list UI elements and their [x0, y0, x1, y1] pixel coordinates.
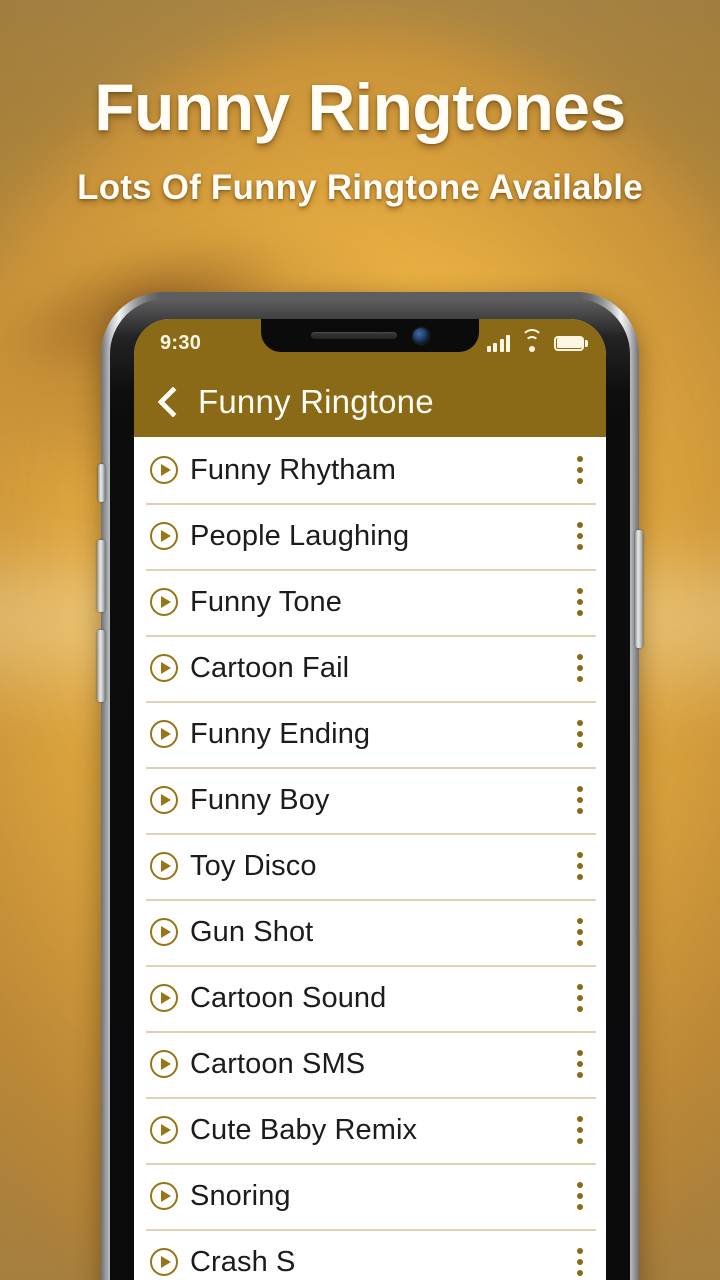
- status-bar: 9:30: [134, 319, 606, 367]
- front-camera-icon: [413, 327, 429, 344]
- kebab-menu-icon[interactable]: [576, 588, 584, 616]
- phone-screen: 9:30 Funny Ringtone Funny Rhytham People…: [134, 319, 606, 1280]
- wifi-icon: [521, 328, 543, 352]
- kebab-menu-icon[interactable]: [576, 522, 584, 550]
- play-circle-icon[interactable]: [150, 588, 178, 616]
- ringtone-row[interactable]: Snoring: [134, 1163, 606, 1229]
- kebab-menu-icon[interactable]: [576, 1248, 584, 1276]
- kebab-menu-icon[interactable]: [576, 984, 584, 1012]
- kebab-menu-icon[interactable]: [576, 654, 584, 682]
- ringtone-name: Funny Rhytham: [190, 453, 396, 486]
- ringtone-name: Cartoon Sound: [190, 981, 387, 1014]
- kebab-menu-icon[interactable]: [576, 852, 584, 880]
- promo-title: Funny Ringtones: [94, 70, 626, 144]
- back-chevron-icon[interactable]: [150, 385, 184, 419]
- play-circle-icon[interactable]: [150, 852, 178, 880]
- kebab-menu-icon[interactable]: [576, 1116, 584, 1144]
- ringtone-name: Crash S: [190, 1245, 296, 1278]
- play-circle-icon[interactable]: [150, 984, 178, 1012]
- ringtone-row[interactable]: Funny Rhytham: [134, 437, 606, 503]
- status-bar-clock: 9:30: [160, 331, 202, 354]
- play-circle-icon[interactable]: [150, 720, 178, 748]
- battery-full-icon: [554, 335, 588, 351]
- ringtone-name: Cute Baby Remix: [190, 1113, 418, 1146]
- ringtone-row[interactable]: Cartoon Fail: [134, 635, 606, 701]
- power-button[interactable]: [635, 530, 643, 648]
- volume-down-button[interactable]: [97, 630, 105, 702]
- play-circle-icon[interactable]: [150, 1248, 178, 1276]
- play-circle-icon[interactable]: [150, 1182, 178, 1210]
- status-bar-indicators: [486, 328, 588, 352]
- ringtone-row[interactable]: Cartoon Sound: [134, 965, 606, 1031]
- ringtone-row[interactable]: Gun Shot: [134, 899, 606, 965]
- kebab-menu-icon[interactable]: [576, 720, 584, 748]
- ringtone-name: Toy Disco: [190, 849, 317, 882]
- app-bar-title: Funny Ringtone: [198, 383, 434, 420]
- play-circle-icon[interactable]: [150, 1116, 178, 1144]
- play-circle-icon[interactable]: [150, 786, 178, 814]
- ringtone-row[interactable]: Cute Baby Remix: [134, 1097, 606, 1163]
- ringtone-name: Snoring: [190, 1179, 291, 1212]
- ringtone-name: Funny Tone: [190, 585, 343, 618]
- play-circle-icon[interactable]: [150, 1050, 178, 1078]
- kebab-menu-icon[interactable]: [576, 456, 584, 484]
- play-circle-icon[interactable]: [150, 522, 178, 550]
- play-circle-icon[interactable]: [150, 654, 178, 682]
- ringtone-row[interactable]: People Laughing: [134, 503, 606, 569]
- volume-up-button[interactable]: [97, 540, 105, 612]
- ringtone-name: Cartoon SMS: [190, 1047, 366, 1080]
- play-circle-icon[interactable]: [150, 456, 178, 484]
- ringtone-row[interactable]: Crash S: [134, 1229, 606, 1280]
- ringtone-name: Funny Ending: [190, 717, 371, 750]
- ringtone-name: Cartoon Fail: [190, 651, 350, 684]
- ringtone-name: Funny Boy: [190, 783, 330, 816]
- phone-notch: [261, 319, 479, 352]
- ringtone-row[interactable]: Funny Tone: [134, 569, 606, 635]
- mute-switch[interactable]: [98, 464, 105, 502]
- kebab-menu-icon[interactable]: [576, 918, 584, 946]
- app-bar: Funny Ringtone: [134, 367, 606, 437]
- kebab-menu-icon[interactable]: [576, 1182, 584, 1210]
- cellular-signal-icon: [486, 334, 510, 352]
- phone-mockup: 9:30 Funny Ringtone Funny Rhytham People…: [97, 292, 643, 1280]
- ringtone-row[interactable]: Cartoon SMS: [134, 1031, 606, 1097]
- ringtone-row[interactable]: Toy Disco: [134, 833, 606, 899]
- promo-subtitle: Lots Of Funny Ringtone Available: [77, 168, 643, 207]
- promo-headline-block: Funny Ringtones Lots Of Funny Ringtone A…: [0, 74, 720, 208]
- kebab-menu-icon[interactable]: [576, 1050, 584, 1078]
- speaker-grille-icon: [311, 332, 397, 339]
- play-circle-icon[interactable]: [150, 918, 178, 946]
- ringtone-row[interactable]: Funny Ending: [134, 701, 606, 767]
- ringtone-row[interactable]: Funny Boy: [134, 767, 606, 833]
- ringtone-name: People Laughing: [190, 519, 410, 552]
- ringtone-name: Gun Shot: [190, 915, 314, 948]
- ringtone-list: Funny Rhytham People Laughing Funny Tone Ca…: [134, 437, 606, 1280]
- kebab-menu-icon[interactable]: [576, 786, 584, 814]
